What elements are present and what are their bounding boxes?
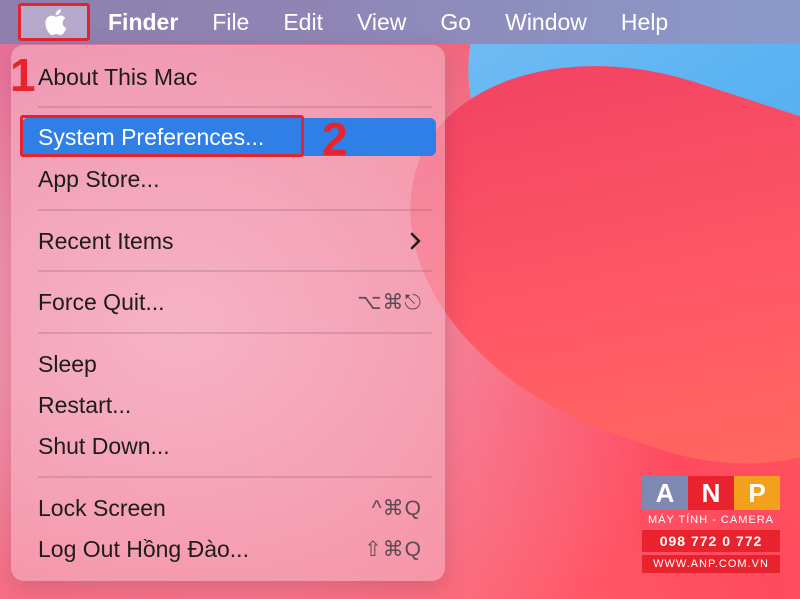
menubar-edit[interactable]: Edit <box>283 9 323 36</box>
step-number-1: 1 <box>10 49 36 101</box>
step-number-2: 2 <box>322 113 348 165</box>
menubar-view[interactable]: View <box>357 9 406 36</box>
menu-item-shut-down[interactable]: Shut Down... <box>22 427 436 465</box>
menu-item-label: Shut Down... <box>38 432 170 459</box>
menu-item-lock-screen[interactable]: Lock Screen ^⌘Q <box>22 489 436 527</box>
menu-item-label: Lock Screen <box>38 494 166 521</box>
menu-separator <box>38 270 432 272</box>
logo-subtitle: MÁY TÍNH - CAMERA <box>648 514 774 526</box>
logo-letter-a: A <box>642 476 688 510</box>
shortcut-shift-command-q: ⇧⌘Q <box>364 537 422 561</box>
anp-watermark-logo: A N P MÁY TÍNH - CAMERA 098 772 0 772 WW… <box>642 476 780 584</box>
menu-item-force-quit[interactable]: Force Quit... ⌥⌘⎋ <box>22 283 436 321</box>
chevron-right-icon <box>410 232 421 250</box>
menu-item-restart[interactable]: Restart... <box>22 386 436 424</box>
shortcut-control-command-q: ^⌘Q <box>371 496 422 520</box>
menubar-go[interactable]: Go <box>440 9 471 36</box>
menu-separator <box>38 106 432 108</box>
menu-separator <box>38 476 432 478</box>
menu-item-log-out[interactable]: Log Out Hồng Đào... ⇧⌘Q <box>22 530 436 568</box>
menu-item-label: Recent Items <box>38 227 174 254</box>
menubar-file[interactable]: File <box>212 9 249 36</box>
menu-item-label: Sleep <box>38 350 97 377</box>
menu-item-recent-items[interactable]: Recent Items <box>22 222 436 260</box>
apple-menu-button[interactable] <box>18 3 90 41</box>
menu-item-label: Log Out Hồng Đào... <box>38 535 249 562</box>
menu-item-app-store[interactable]: App Store... <box>22 160 436 198</box>
menu-item-label: About This Mac <box>38 63 198 90</box>
menu-item-label: Force Quit... <box>38 288 165 315</box>
menubar-finder[interactable]: Finder <box>108 9 178 36</box>
step2-highlight-box <box>20 115 304 157</box>
menu-separator <box>38 209 432 211</box>
menu-bar: Finder File Edit View Go Window Help <box>0 0 800 44</box>
logo-letter-n: N <box>688 476 734 510</box>
menu-item-about-this-mac[interactable]: About This Mac <box>22 58 436 96</box>
menubar-window[interactable]: Window <box>505 9 587 36</box>
logo-website: WWW.ANP.COM.VN <box>642 555 780 573</box>
logo-phone: 098 772 0 772 <box>642 530 780 552</box>
shortcut-option-command-escape: ⌥⌘⎋ <box>357 290 422 314</box>
menubar-help[interactable]: Help <box>621 9 668 36</box>
menu-item-label: App Store... <box>38 165 160 192</box>
logo-letter-p: P <box>734 476 780 510</box>
step1-highlight-box <box>18 3 90 41</box>
menu-item-label: Restart... <box>38 391 132 418</box>
menu-separator <box>38 332 432 334</box>
menu-item-sleep[interactable]: Sleep <box>22 345 436 383</box>
